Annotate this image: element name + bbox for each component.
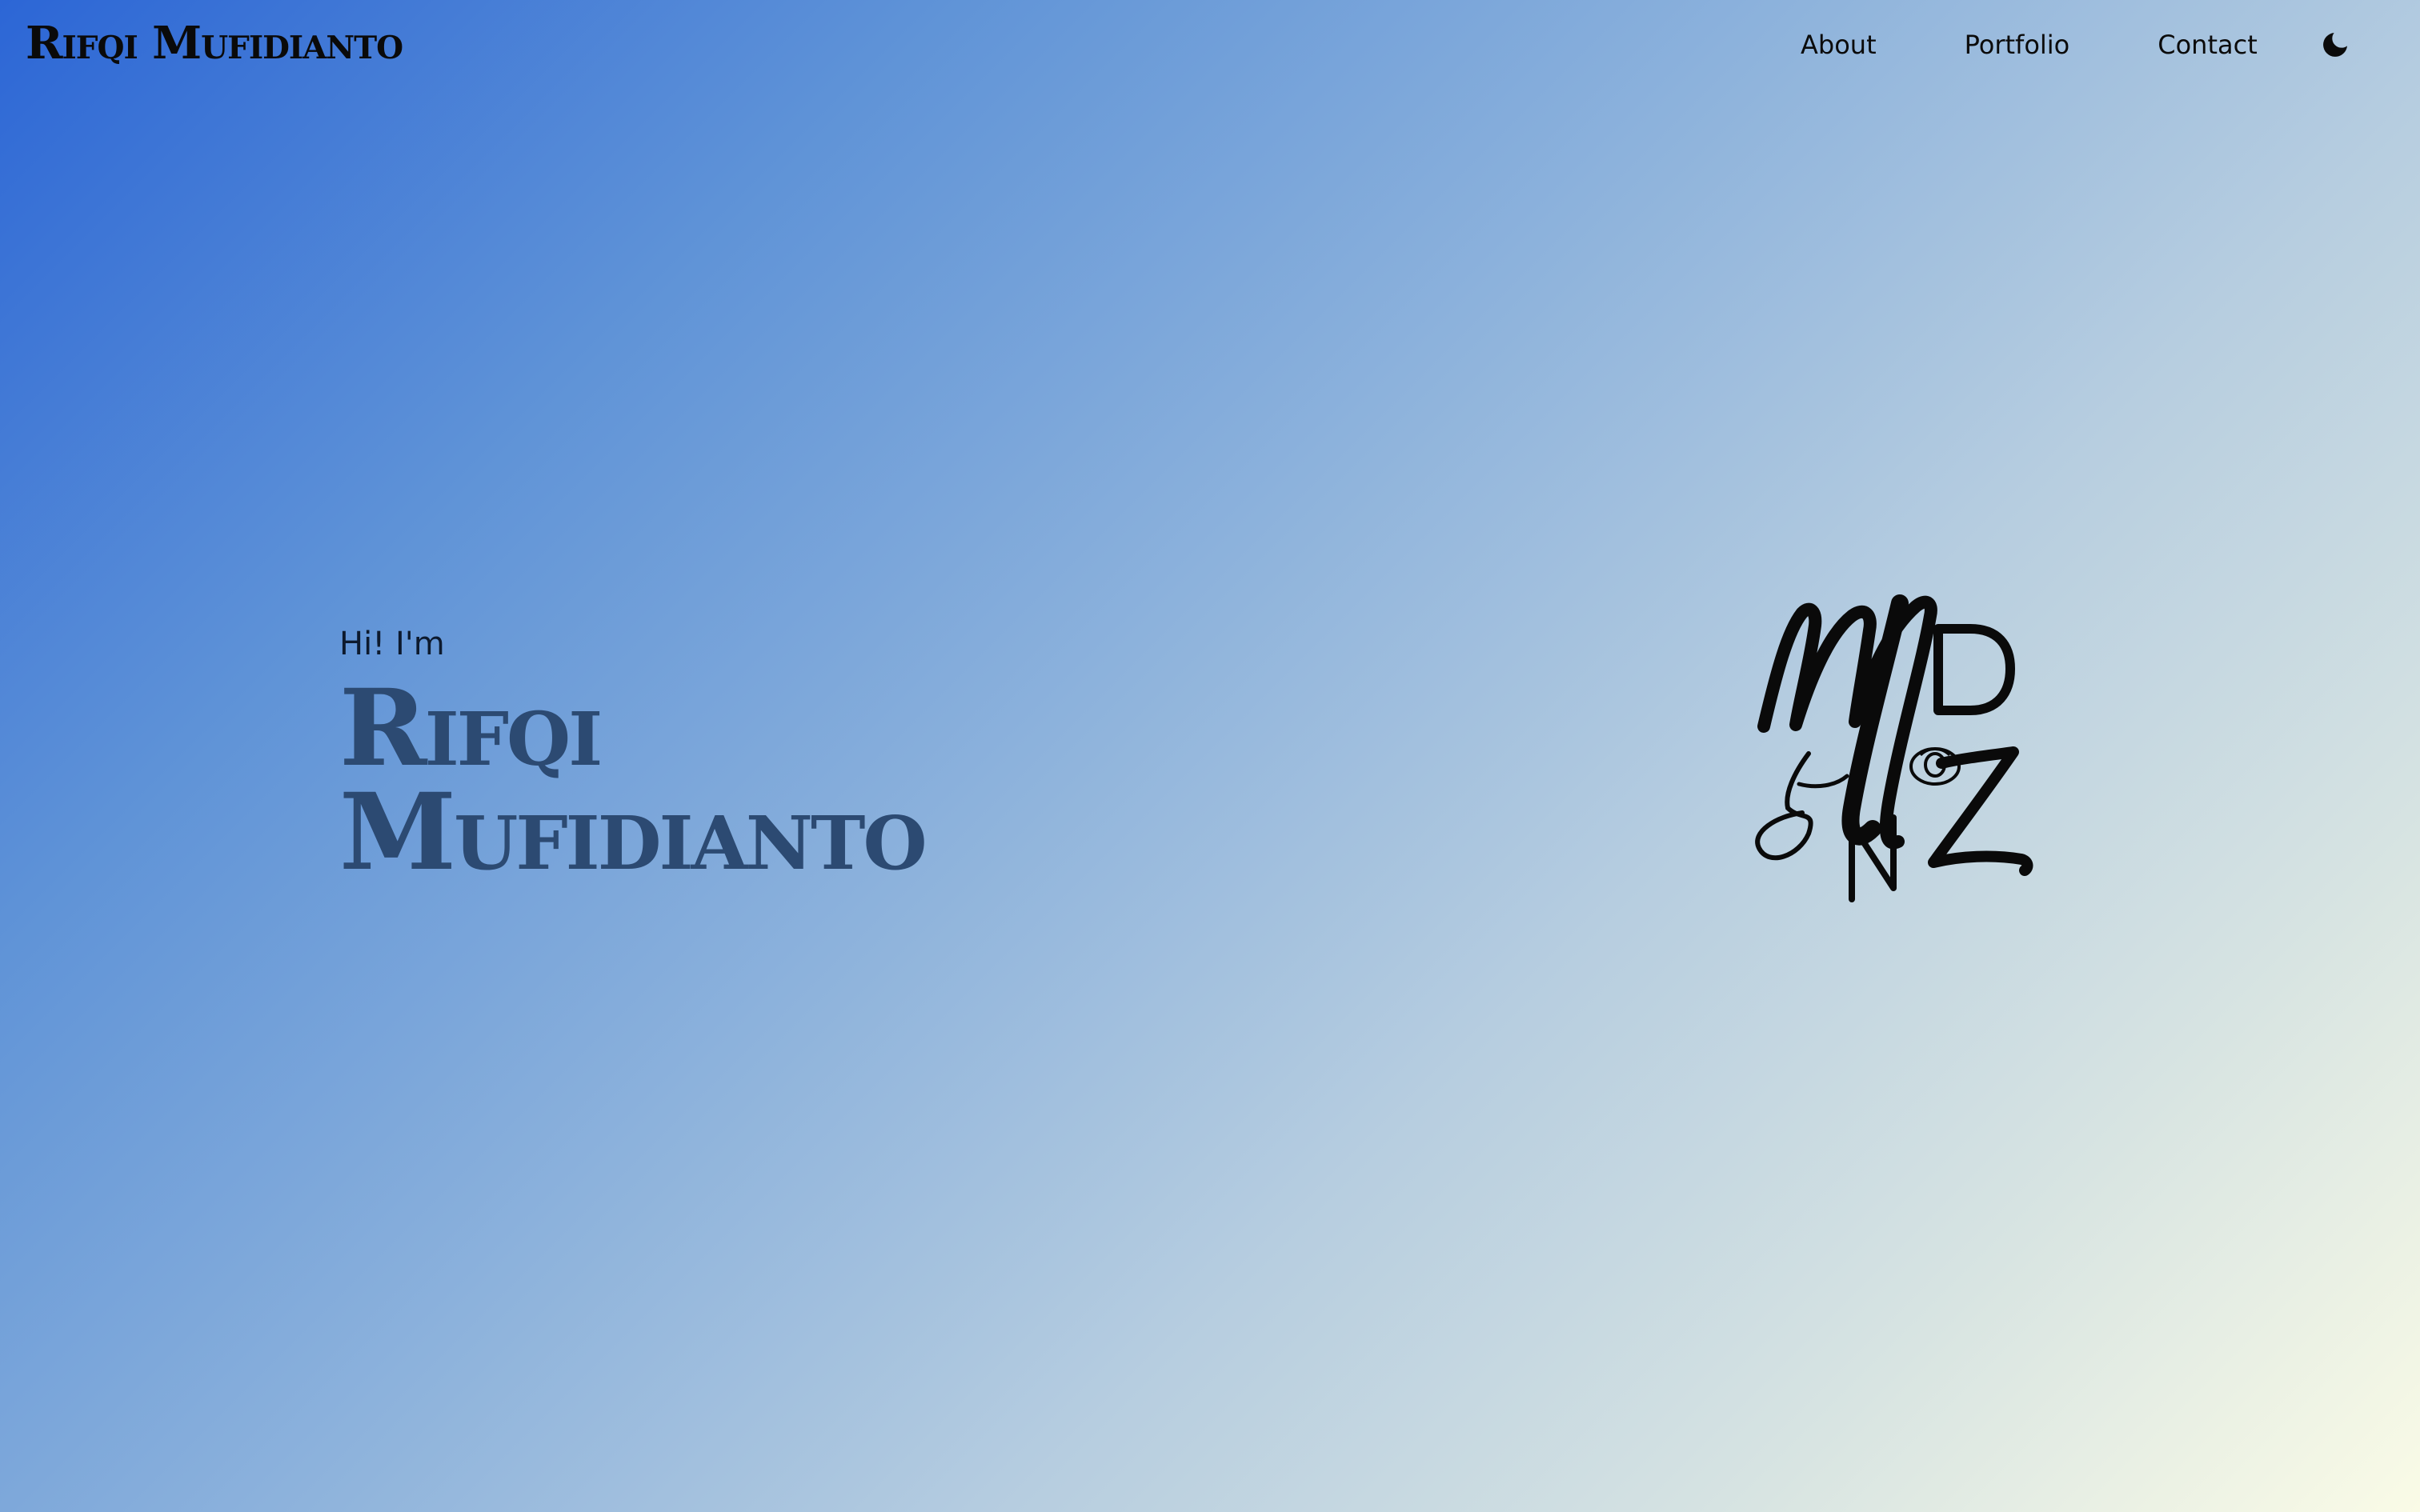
hero-name-last: Mufidianto bbox=[339, 770, 928, 894]
nav-links: About Portfolio Contact bbox=[1801, 22, 2354, 67]
top-navbar: Rifqi Mufidianto About Portfolio Contact bbox=[0, 0, 2420, 88]
hero-section: Hi! I'm Rifqi Mufidianto bbox=[339, 616, 928, 894]
nav-contact-link[interactable]: Contact bbox=[2158, 22, 2258, 67]
theme-toggle-button[interactable] bbox=[2317, 26, 2354, 63]
nav-portfolio-link[interactable]: Portfolio bbox=[1965, 22, 2070, 67]
brand-logo-link[interactable]: Rifqi Mufidianto bbox=[26, 14, 403, 72]
monogram-icon bbox=[1755, 594, 2033, 902]
hero-name-first: Rifqi bbox=[339, 666, 603, 790]
moon-icon bbox=[2322, 33, 2347, 57]
hero-name: Rifqi Mufidianto bbox=[339, 666, 928, 894]
monogram-logo bbox=[1753, 584, 2097, 928]
nav-about-link[interactable]: About bbox=[1801, 22, 1877, 67]
hero-greeting: Hi! I'm bbox=[339, 626, 445, 662]
